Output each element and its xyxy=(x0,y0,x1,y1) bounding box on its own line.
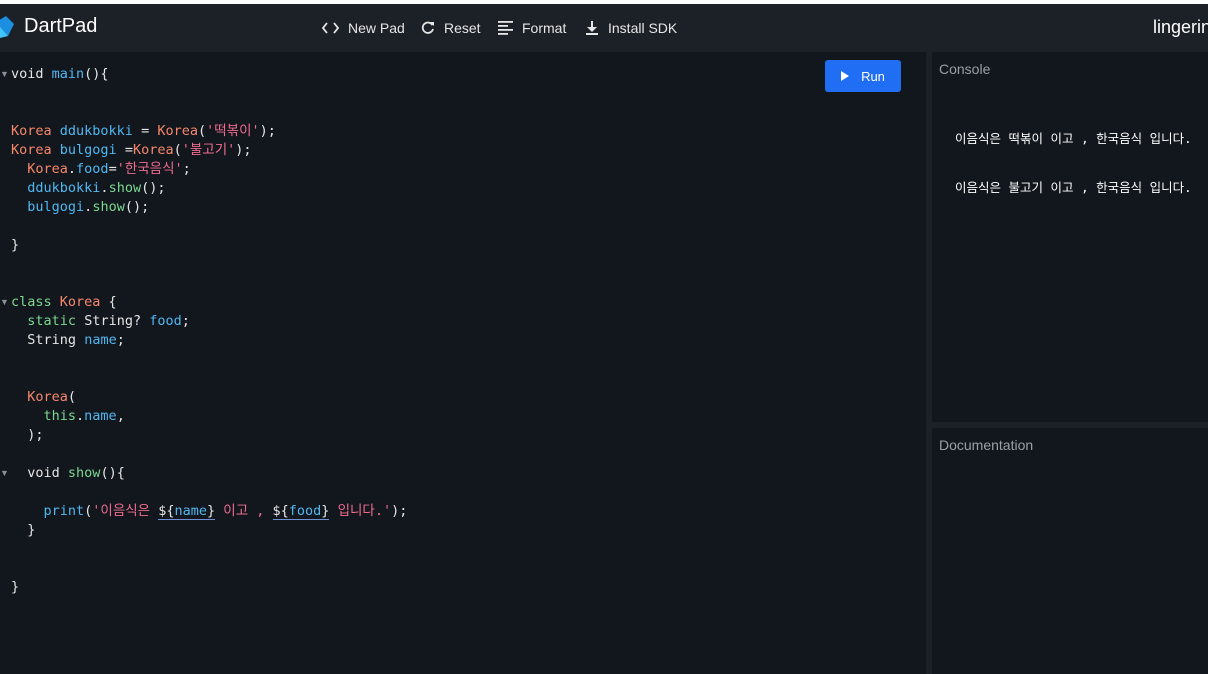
pad-title[interactable]: lingerin xyxy=(1153,17,1208,38)
code-line[interactable]: ); xyxy=(11,426,407,445)
install-sdk-label: Install SDK xyxy=(608,20,678,36)
code-line[interactable]: ​ xyxy=(11,540,407,559)
code-line[interactable]: Korea.food='한국음식'; xyxy=(11,160,407,179)
code-line[interactable]: ​ xyxy=(11,369,407,388)
install-sdk-button[interactable]: Install SDK xyxy=(585,4,677,52)
refresh-icon xyxy=(421,21,434,34)
fold-arrow-icon[interactable]: ▼ xyxy=(0,293,9,312)
reset-label: Reset xyxy=(444,20,481,36)
code-line[interactable]: ddukbokki.show(); xyxy=(11,179,407,198)
code-line[interactable]: this.name, xyxy=(11,407,407,426)
reset-button[interactable]: Reset xyxy=(421,4,481,52)
code-line[interactable]: class Korea { xyxy=(11,293,407,312)
code-line[interactable]: String name; xyxy=(11,331,407,350)
code-editor[interactable]: ▼ ▼ ▼ void main(){​​Korea ddukbokki = Ko… xyxy=(0,52,926,674)
code-line[interactable]: ​ xyxy=(11,483,407,502)
fold-arrow-icon[interactable]: ▼ xyxy=(0,65,9,84)
dart-logo-icon xyxy=(0,16,14,38)
documentation-title: Documentation xyxy=(939,437,1034,453)
code-icon xyxy=(322,22,339,34)
code-line[interactable]: ​ xyxy=(11,103,407,122)
console-title: Console xyxy=(939,61,991,77)
console-line: 이음식은 불고기 이고 , 한국음식 입니다. xyxy=(955,180,1192,195)
documentation-panel: Documentation xyxy=(932,428,1208,674)
code-line[interactable]: } xyxy=(11,521,407,540)
header-bar: DartPad New Pad Reset Format Install SDK… xyxy=(0,4,1208,52)
console-output: 이음식은 떡볶이 이고 , 한국음식 입니다. 이음식은 불고기 이고 , 한국… xyxy=(955,99,1192,227)
code-line[interactable]: ​ xyxy=(11,217,407,236)
code-line[interactable]: Korea ddukbokki = Korea('떡볶이'); xyxy=(11,122,407,141)
code-line[interactable]: print('이음식은 ${name} 이고 , ${food} 입니다.'); xyxy=(11,502,407,521)
dartpad-app: DartPad New Pad Reset Format Install SDK… xyxy=(0,4,1208,674)
code-line[interactable]: ​ xyxy=(11,255,407,274)
code-content[interactable]: void main(){​​Korea ddukbokki = Korea('떡… xyxy=(11,65,407,597)
play-icon xyxy=(841,71,850,81)
app-title: DartPad xyxy=(24,15,98,37)
format-label: Format xyxy=(522,20,567,36)
code-line[interactable]: Korea bulgogi =Korea('불고기'); xyxy=(11,141,407,160)
code-line[interactable]: } xyxy=(11,236,407,255)
console-line: 이음식은 떡볶이 이고 , 한국음식 입니다. xyxy=(955,131,1192,146)
console-panel: Console 이음식은 떡볶이 이고 , 한국음식 입니다. 이음식은 불고기… xyxy=(932,52,1208,422)
run-label: Run xyxy=(861,68,885,84)
format-button[interactable]: Format xyxy=(498,4,566,52)
download-icon xyxy=(586,21,598,35)
code-line[interactable]: void main(){ xyxy=(11,65,407,84)
code-line[interactable]: ​ xyxy=(11,445,407,464)
code-line[interactable]: ​ xyxy=(11,84,407,103)
code-line[interactable]: ​ xyxy=(11,350,407,369)
fold-arrow-icon[interactable]: ▼ xyxy=(0,464,9,483)
new-pad-button[interactable]: New Pad xyxy=(322,4,405,52)
run-button[interactable]: Run xyxy=(825,60,901,92)
code-line[interactable]: void show(){ xyxy=(11,464,407,483)
code-line[interactable]: ​ xyxy=(11,559,407,578)
code-line[interactable]: bulgogi.show(); xyxy=(11,198,407,217)
format-icon xyxy=(498,21,513,35)
code-line[interactable]: } xyxy=(11,578,407,597)
code-line[interactable]: ​ xyxy=(11,274,407,293)
new-pad-label: New Pad xyxy=(348,20,405,36)
code-line[interactable]: Korea( xyxy=(11,388,407,407)
code-line[interactable]: static String? food; xyxy=(11,312,407,331)
